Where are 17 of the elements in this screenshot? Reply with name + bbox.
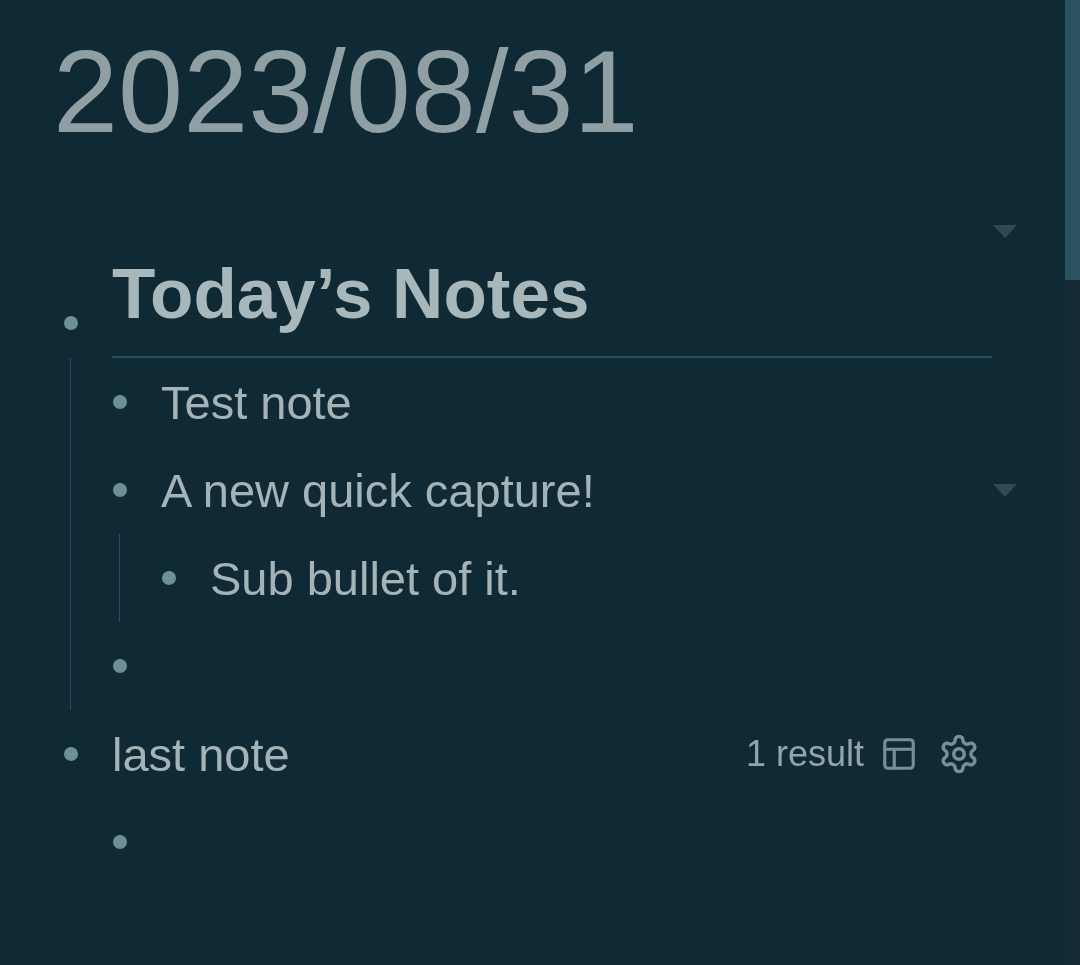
scrollbar[interactable] [1065,0,1080,965]
block-text: last note [112,726,290,782]
page-title: 2023/08/31 [53,25,640,159]
bullet-dot[interactable] [113,835,127,849]
bullet-dot[interactable] [64,747,78,761]
bullet-dot[interactable] [113,483,127,497]
block-text: Test note [161,374,352,430]
block-text: A new quick capture! [161,462,595,518]
block-heading: Today’s Notes [112,252,590,334]
bullet-dot[interactable] [113,659,127,673]
bullet-dot[interactable] [162,571,176,585]
block-text: Sub bullet of it. [210,550,521,606]
bullet-dot[interactable] [64,316,78,330]
settings-icon[interactable] [938,733,980,775]
result-count: 1 result [745,733,864,775]
table-icon[interactable] [880,735,918,773]
bullet-dot[interactable] [113,395,127,409]
